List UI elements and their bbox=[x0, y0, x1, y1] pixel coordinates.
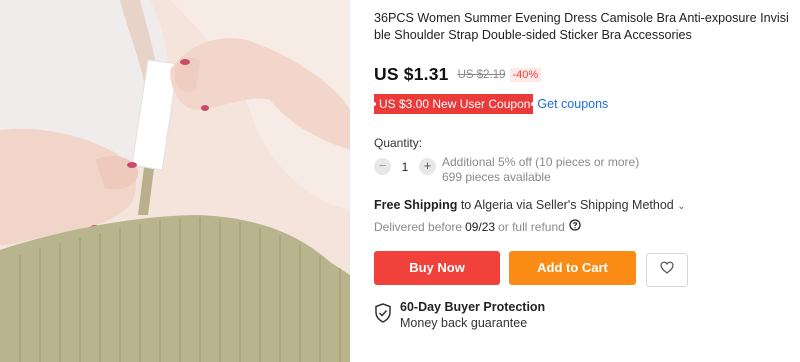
delivery-info: Delivered before 09/23 or full refund bbox=[374, 219, 581, 234]
get-coupons-link[interactable]: Get coupons bbox=[537, 97, 608, 111]
free-shipping-label: Free Shipping bbox=[374, 198, 458, 212]
shipping-info[interactable]: Free Shipping to Algeria via Seller's Sh… bbox=[374, 198, 686, 212]
shield-check-icon bbox=[374, 303, 392, 331]
bulk-discount-note: Additional 5% off (10 pieces or more) bbox=[442, 155, 640, 169]
quantity-notes: Additional 5% off (10 pieces or more) 69… bbox=[442, 155, 639, 185]
discount-badge: -40% bbox=[509, 67, 542, 82]
product-title: 36PCS Women Summer Evening Dress Camisol… bbox=[374, 11, 789, 42]
minus-icon[interactable]: − bbox=[374, 158, 391, 175]
protection-subtitle: Money back guarantee bbox=[400, 316, 528, 330]
buy-now-button[interactable]: Buy Now bbox=[374, 251, 500, 285]
quantity-label: Quantity: bbox=[374, 136, 423, 150]
add-to-cart-button[interactable]: Add to Cart bbox=[509, 251, 636, 285]
quantity-value[interactable]: 1 bbox=[391, 160, 419, 174]
heart-icon bbox=[660, 261, 674, 279]
coupon-row: US $3.00 New User Coupon Get coupons bbox=[371, 94, 608, 114]
question-icon[interactable] bbox=[569, 219, 581, 234]
quantity-stepper: − 1 + bbox=[374, 158, 436, 175]
chevron-down-icon[interactable]: ⌄ bbox=[677, 201, 685, 212]
pieces-available: 699 pieces available bbox=[442, 170, 551, 184]
shipping-destination: to Algeria via Seller's Shipping Method bbox=[460, 198, 674, 212]
buyer-protection: 60-Day Buyer Protection Money back guara… bbox=[374, 300, 545, 331]
original-price: US $2.19 bbox=[457, 68, 506, 81]
wishlist-button[interactable] bbox=[646, 253, 688, 287]
delivered-prefix: Delivered before bbox=[374, 219, 463, 234]
protection-title: 60-Day Buyer Protection bbox=[400, 300, 546, 314]
price-row: US $1.31 US $2.19 -40% bbox=[374, 64, 542, 85]
delivery-date: 09/23 bbox=[465, 219, 496, 234]
plus-icon[interactable]: + bbox=[419, 158, 436, 175]
product-image[interactable] bbox=[0, 0, 350, 362]
new-user-coupon[interactable]: US $3.00 New User Coupon bbox=[371, 94, 536, 114]
delivered-suffix: or full refund bbox=[498, 219, 565, 234]
current-price: US $1.31 bbox=[374, 64, 449, 84]
